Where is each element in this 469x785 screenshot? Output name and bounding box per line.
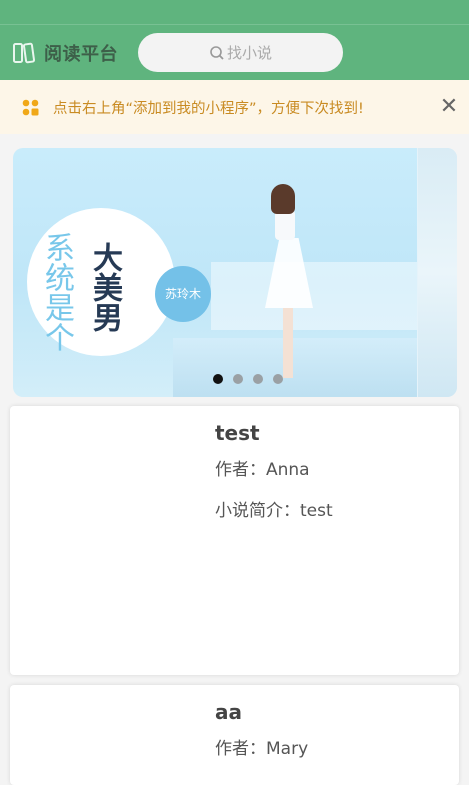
add-mini-program-tip: 点击右上角“添加到我的小程序”，方便下次找到! ✕ [0,80,469,134]
banner-slide[interactable]: 系统是个 大美男 苏玲木 [13,148,417,397]
banner-figure-body [275,210,295,240]
logo: 阅读平台 [12,40,118,66]
book-info: test 作者：Anna 小说简介：test [215,421,333,521]
tip-text: 点击右上角“添加到我的小程序”，方便下次找到! [53,100,364,117]
banner-title-main: 大美男 [87,242,122,332]
carousel-dot[interactable] [273,374,283,384]
banner-band [211,262,417,330]
search-input[interactable]: 找小说 [138,33,343,72]
carousel-dot[interactable] [233,374,243,384]
banner-figure-legs [283,308,293,378]
status-bar [0,0,469,25]
book-description: 小说简介：test [215,501,333,521]
banner-figure-hair [271,184,295,214]
banner-next-slide-preview[interactable] [417,148,457,397]
book-title: aa [215,700,242,724]
search-icon [210,45,224,60]
close-icon[interactable]: ✕ [439,96,459,118]
book-author: 作者：Mary [215,739,309,759]
book-card[interactable]: aa 作者：Mary [10,685,459,785]
book-title: test [215,421,260,445]
app-title: 阅读平台 [44,43,118,65]
book-author: 作者：Anna [215,460,310,480]
banner-title-sub: 系统是个 [39,232,74,352]
carousel-indicator [13,374,417,384]
book-card[interactable]: test 作者：Anna 小说简介：test [10,406,459,675]
search-placeholder: 找小说 [226,44,272,62]
carousel-dot[interactable] [213,374,223,384]
book-icon [13,42,36,63]
banner-author-badge: 苏玲木 [155,266,211,322]
banner-water-art [173,338,417,397]
banner-figure-art [265,238,313,308]
book-info: aa 作者：Mary [215,700,308,759]
carousel-dot[interactable] [253,374,263,384]
mini-program-dots-icon [22,99,39,115]
banner-carousel[interactable]: 系统是个 大美男 苏玲木 [13,148,457,397]
header-bar: 阅读平台 找小说 [0,25,469,80]
